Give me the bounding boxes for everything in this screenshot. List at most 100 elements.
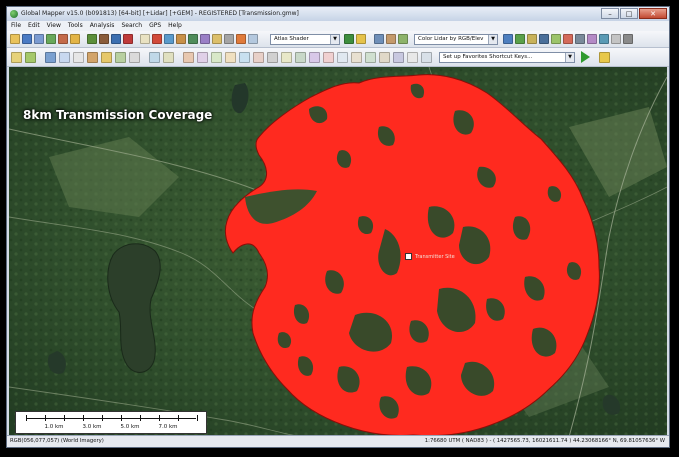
lighting-icon[interactable] (356, 34, 366, 44)
terrain-icon[interactable] (386, 34, 396, 44)
minimize-button[interactable]: – (601, 8, 619, 19)
transmitter-label: Transmitter Site (415, 254, 455, 260)
scale-tick (140, 415, 141, 421)
rotate-icon[interactable] (163, 52, 174, 63)
zoom-out-icon[interactable] (99, 34, 109, 44)
search-icon[interactable] (248, 34, 258, 44)
buffer-icon[interactable] (211, 52, 222, 63)
menu-gps[interactable]: GPS (149, 21, 161, 31)
snap-icon[interactable] (225, 52, 236, 63)
info-icon[interactable] (224, 34, 234, 44)
color-select[interactable]: Color Lidar by RGB/Elev ▼ (414, 34, 498, 45)
trace-icon[interactable] (295, 52, 306, 63)
settings-icon[interactable] (611, 34, 621, 44)
coordinate-icon[interactable] (421, 52, 432, 63)
menu-tools[interactable]: Tools (68, 21, 83, 31)
combine-icon[interactable] (197, 52, 208, 63)
line-icon[interactable] (73, 52, 84, 63)
pixel-icon[interactable] (587, 34, 597, 44)
measure-area-icon[interactable] (365, 52, 376, 63)
classify-icon[interactable] (515, 34, 525, 44)
menu-bar: File Edit View Tools Analysis Search GPS… (7, 21, 669, 31)
transmitter-marker[interactable] (405, 253, 412, 260)
favorites-icon[interactable] (599, 52, 610, 63)
measure-icon[interactable] (152, 34, 162, 44)
menu-search[interactable]: Search (121, 21, 142, 31)
window-controls: – □ ✕ (601, 8, 667, 19)
offset-icon[interactable] (281, 52, 292, 63)
menu-analysis[interactable]: Analysis (90, 21, 115, 31)
shader-select[interactable]: Atlas Shader ▼ (270, 34, 340, 45)
catalog-icon[interactable] (58, 34, 68, 44)
satellite-imagery (9, 67, 667, 437)
scale-label: 5.0 km (120, 424, 140, 430)
edit-feature-icon[interactable] (25, 52, 36, 63)
lidar-icon[interactable] (398, 34, 408, 44)
menu-edit[interactable]: Edit (28, 21, 40, 31)
contour-icon[interactable] (374, 34, 384, 44)
move-icon[interactable] (149, 52, 160, 63)
delete-vertex-icon[interactable] (323, 52, 334, 63)
label-icon[interactable] (212, 34, 222, 44)
point-icon[interactable] (87, 52, 98, 63)
digitize-icon[interactable] (164, 34, 174, 44)
scale-tick (197, 415, 198, 421)
area-icon[interactable] (59, 52, 70, 63)
shortcut-select[interactable]: Set up Favorites Shortcut Keys... ▼ (439, 52, 575, 63)
scale-tick (83, 415, 84, 421)
scale-line (26, 418, 196, 419)
view-shed-icon[interactable] (200, 34, 210, 44)
grid-view-icon[interactable] (623, 34, 633, 44)
filter-icon[interactable] (527, 34, 537, 44)
full-view-icon[interactable] (123, 34, 133, 44)
smooth-icon[interactable] (239, 52, 250, 63)
circle-icon[interactable] (115, 52, 126, 63)
3d-view-icon[interactable] (188, 34, 198, 44)
pointer-icon[interactable] (140, 34, 150, 44)
layers-icon[interactable] (46, 34, 56, 44)
zoom-in-icon[interactable] (87, 34, 97, 44)
vertex-icon[interactable] (45, 52, 56, 63)
simplify-icon[interactable] (253, 52, 264, 63)
scale-bar: 1.0 km 3.0 km 5.0 km 7.0 km (15, 411, 207, 434)
range-ring-icon[interactable] (129, 52, 140, 63)
map-view[interactable]: 8km Transmission Coverage Transmitter Si… (9, 67, 667, 437)
shape-icon[interactable] (236, 34, 246, 44)
style-icon[interactable] (393, 52, 404, 63)
run-shortcut-icon[interactable] (581, 51, 590, 63)
rectangle-icon[interactable] (101, 52, 112, 63)
crop-icon[interactable] (267, 52, 278, 63)
pan-icon[interactable] (111, 34, 121, 44)
shader-options-icon[interactable] (344, 34, 354, 44)
overlay-control-icon[interactable] (599, 34, 609, 44)
menu-help[interactable]: Help (168, 21, 182, 31)
grid-icon[interactable] (539, 34, 549, 44)
attribute-icon[interactable] (379, 52, 390, 63)
save-icon[interactable] (22, 34, 32, 44)
lidar-toolbar-icon[interactable] (503, 34, 513, 44)
insert-vertex-icon[interactable] (337, 52, 348, 63)
path-profile-icon[interactable] (176, 34, 186, 44)
window-title: Global Mapper v15.0 (b091813) [64-bit] [… (21, 10, 299, 17)
main-toolbar: Atlas Shader ▼ Color Lidar by RGB/Elev ▼ (7, 31, 669, 48)
split-icon[interactable] (183, 52, 194, 63)
print-icon[interactable] (34, 34, 44, 44)
shader-select-value: Atlas Shader (274, 36, 309, 42)
menu-view[interactable]: View (47, 21, 61, 31)
export-icon[interactable] (70, 34, 80, 44)
select-icon[interactable] (11, 52, 22, 63)
cross-section-icon[interactable] (575, 34, 585, 44)
reshape-icon[interactable] (309, 52, 320, 63)
scale-tick (64, 415, 65, 421)
close-button[interactable]: ✕ (639, 8, 667, 19)
breakline-icon[interactable] (563, 34, 573, 44)
maximize-button[interactable]: □ (620, 8, 638, 19)
scale-label: 3.0 km (82, 424, 102, 430)
open-icon[interactable] (10, 34, 20, 44)
join-icon[interactable] (351, 52, 362, 63)
label-edit-icon[interactable] (407, 52, 418, 63)
scale-tick (102, 415, 103, 421)
menu-file[interactable]: File (11, 21, 21, 31)
scale-tick (26, 415, 27, 421)
tile-icon[interactable] (551, 34, 561, 44)
